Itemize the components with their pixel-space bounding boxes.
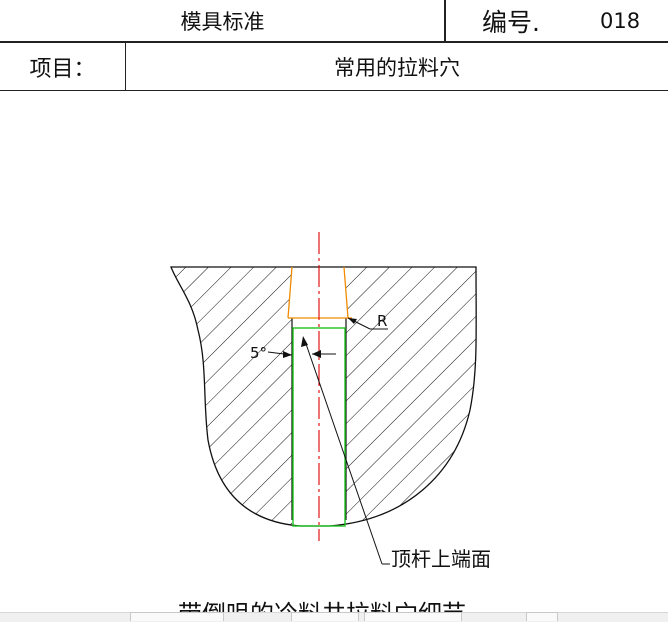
slug-well-cavity — [288, 267, 348, 318]
radius-label: R — [377, 312, 387, 330]
title-block: 模具标准 编号. 018 项目： 常用的拉料穴 — [0, 0, 668, 92]
cold-slug-well-drawing: 5° R 顶杆上端面 — [170, 232, 491, 571]
section-caption-cutoff: 带倒咀的冷料井拉料穴细节 — [178, 596, 466, 612]
project-value: 常用的拉料穴 — [334, 56, 460, 80]
bottom-tab-stub[interactable] — [291, 612, 359, 621]
bottom-tab-stub[interactable] — [364, 612, 462, 621]
bottom-tab-stub[interactable] — [130, 612, 224, 621]
number-label: 编号. — [482, 7, 540, 37]
angle-label: 5° — [250, 344, 267, 362]
project-label: 项目： — [29, 57, 96, 82]
standard-title: 模具标准 — [180, 9, 265, 34]
callout-label: 顶杆上端面 — [391, 547, 491, 571]
bottom-tab-stub[interactable] — [526, 612, 558, 621]
number-value: 018 — [600, 8, 641, 33]
